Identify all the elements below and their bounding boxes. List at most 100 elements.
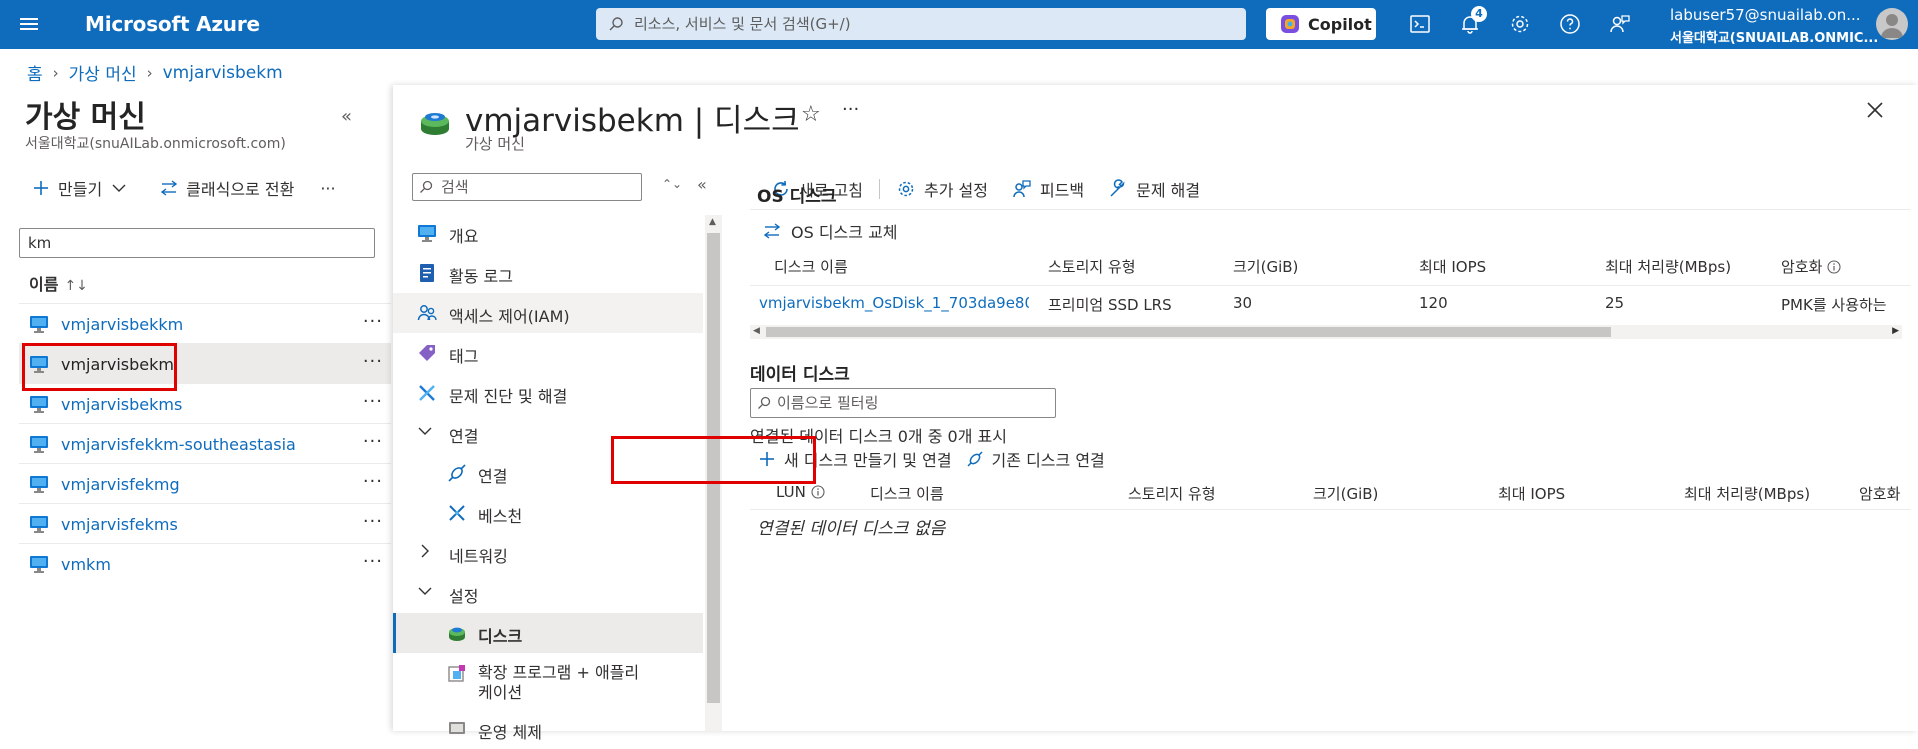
create-button[interactable]: 만들기 <box>32 176 134 200</box>
row-more-button[interactable]: ··· <box>363 551 383 572</box>
os-col-disk-name[interactable]: 디스크 이름 <box>774 256 848 277</box>
settings-gear-icon[interactable] <box>1508 12 1532 36</box>
menu-item-os[interactable]: 운영 체제 <box>393 709 703 749</box>
global-search-input[interactable]: 리소스, 서비스 및 문서 검색(G+/) <box>596 8 1246 40</box>
avatar[interactable] <box>1876 8 1908 40</box>
list-item[interactable]: vmjarvisbekkm ··· <box>19 303 391 343</box>
vm-name-link[interactable]: vmkm <box>61 555 111 574</box>
list-item[interactable]: vmkm ··· <box>19 543 391 583</box>
os-col-size[interactable]: 크기(GiB) <box>1233 256 1298 277</box>
os-disk-storage: 프리미엄 SSD LRS <box>1048 296 1172 314</box>
vm-icon <box>30 476 48 493</box>
copilot-button[interactable]: Copilot <box>1266 8 1376 40</box>
divider <box>750 209 1910 210</box>
feedback-button[interactable]: 피드백 <box>1000 177 1096 201</box>
extension-icon <box>448 665 465 682</box>
data-col-max-iops[interactable]: 최대 IOPS <box>1498 483 1565 504</box>
menu-item-disks[interactable]: 디스크 <box>393 613 703 653</box>
scroll-up-arrow-icon[interactable]: ▲ <box>709 217 716 227</box>
menu-label: 연결 <box>478 467 508 486</box>
vm-icon <box>30 316 48 333</box>
menu-label: 태그 <box>449 347 479 366</box>
nav-search-input[interactable]: 검색 <box>412 173 642 201</box>
data-disk-filter-input[interactable]: 이름으로 필터링 <box>750 388 1056 418</box>
scroll-right-arrow-icon[interactable]: ▶ <box>1892 326 1899 336</box>
search-icon <box>609 17 623 31</box>
data-col-disk-name[interactable]: 디스크 이름 <box>870 483 944 504</box>
feedback-person-icon[interactable] <box>1608 12 1632 36</box>
data-col-encryption[interactable]: 암호화 <box>1859 483 1910 504</box>
menu-group-networking[interactable]: 네트워킹 <box>393 533 703 573</box>
menu-group-settings[interactable]: 설정 <box>393 573 703 613</box>
list-item[interactable]: vmjarvisfekms ··· <box>19 503 391 543</box>
user-account-name[interactable]: labuser57@snuailab.on... <box>1670 6 1861 24</box>
os-disk-encryption: PMK를 사용하는 <box>1781 296 1887 314</box>
list-item[interactable]: vmjarvisfekkm-southeastasia ··· <box>19 423 391 463</box>
info-icon[interactable] <box>1827 259 1841 274</box>
menu-item-tags[interactable]: 태그 <box>393 333 703 373</box>
search-icon <box>758 396 771 409</box>
info-icon[interactable] <box>811 485 825 499</box>
data-col-storage-type[interactable]: 스토리지 유형 <box>1128 483 1216 504</box>
menu-item-extensions[interactable]: 확장 프로그램 + 애플리 케이션 <box>393 653 703 709</box>
vm-name-link[interactable]: vmjarvisfekmg <box>61 475 180 494</box>
breadcrumb-virtual-machines[interactable]: 가상 머신 <box>69 60 137 85</box>
hamburger-menu-icon[interactable] <box>18 13 40 35</box>
copilot-icon <box>1281 15 1299 33</box>
data-col-lun[interactable]: LUN <box>776 483 825 501</box>
row-more-button[interactable]: ··· <box>363 511 383 532</box>
collapse-left-pane-icon[interactable]: « <box>341 106 352 127</box>
os-disk-size: 30 <box>1233 294 1253 312</box>
switch-classic-button[interactable]: 클래식으로 전환 <box>160 176 294 200</box>
vm-name-link[interactable]: vmjarvisbekms <box>61 395 182 414</box>
swap-os-disk-button[interactable]: OS 디스크 교체 <box>763 219 898 243</box>
menu-item-bastion[interactable]: 베스천 <box>393 493 703 533</box>
menu-item-activity-log[interactable]: 활동 로그 <box>393 253 703 293</box>
menu-label: 설정 <box>449 587 479 606</box>
blade-more-button[interactable]: ··· <box>842 99 859 120</box>
menu-label: 활동 로그 <box>449 267 513 286</box>
scroll-left-arrow-icon[interactable]: ◀ <box>753 326 760 336</box>
column-header-name[interactable]: 이름 ↑↓ <box>29 271 88 295</box>
os-col-encryption[interactable]: 암호화 <box>1781 256 1841 277</box>
os-table-hscrollbar[interactable]: ◀ ▶ <box>750 325 1902 339</box>
row-more-button[interactable]: ··· <box>363 471 383 492</box>
attach-existing-disk-button[interactable]: 기존 디스크 연결 <box>966 447 1105 471</box>
breadcrumb-separator-icon: › <box>146 63 153 82</box>
vm-name-link[interactable]: vmjarvisfekkm-southeastasia <box>61 435 296 454</box>
nav-sort-icon[interactable]: ⌃⌄ <box>662 177 682 191</box>
row-more-button[interactable]: ··· <box>363 351 383 372</box>
user-tenant-name[interactable]: 서울대학교(SNUAILAB.ONMIC... <box>1670 27 1878 46</box>
menu-label-line2: 케이션 <box>478 683 523 702</box>
row-more-button[interactable]: ··· <box>363 311 383 332</box>
menu-item-overview[interactable]: 개요 <box>393 213 703 253</box>
sort-arrows-icon: ↑↓ <box>64 278 88 294</box>
list-item[interactable]: vmjarvisfekmg ··· <box>19 463 391 503</box>
troubleshoot-button[interactable]: 문제 해결 <box>1096 177 1212 201</box>
collapse-nav-icon[interactable]: « <box>697 175 707 194</box>
row-more-button[interactable]: ··· <box>363 391 383 412</box>
os-col-max-throughput[interactable]: 최대 처리량(MBps) <box>1605 256 1731 277</box>
menu-item-iam[interactable]: 액세스 제어(IAM) <box>393 293 703 333</box>
os-col-encryption-label: 암호화 <box>1781 258 1823 276</box>
breadcrumb-vm[interactable]: vmjarvisbekm <box>163 63 283 83</box>
brand-title[interactable]: Microsoft Azure <box>85 12 260 36</box>
menu-item-diagnose[interactable]: 문제 진단 및 해결 <box>393 373 703 413</box>
row-more-button[interactable]: ··· <box>363 431 383 452</box>
scrollbar-thumb[interactable] <box>766 327 1611 337</box>
breadcrumb-home[interactable]: 홈 <box>27 60 43 85</box>
vm-name-link[interactable]: vmjarvisbekkm <box>61 315 183 334</box>
cloud-shell-icon[interactable] <box>1408 12 1432 36</box>
os-col-storage-type[interactable]: 스토리지 유형 <box>1048 256 1136 277</box>
data-col-max-throughput[interactable]: 최대 처리량(MBps) <box>1684 483 1810 504</box>
vm-filter-input[interactable]: km <box>19 228 375 258</box>
os-disk-name-link[interactable]: vmjarvisbekm_OsDisk_1_703da9e80 <box>759 294 1029 312</box>
close-icon[interactable] <box>1866 101 1884 119</box>
more-actions-button[interactable]: ··· <box>320 179 335 198</box>
data-col-size[interactable]: 크기(GiB) <box>1313 483 1378 504</box>
more-settings-button[interactable]: 추가 설정 <box>884 177 1000 201</box>
vm-name-link[interactable]: vmjarvisfekms <box>61 515 178 534</box>
os-col-max-iops[interactable]: 최대 IOPS <box>1419 256 1486 277</box>
help-icon[interactable] <box>1558 12 1582 36</box>
favorite-star-icon[interactable]: ☆ <box>801 102 821 127</box>
